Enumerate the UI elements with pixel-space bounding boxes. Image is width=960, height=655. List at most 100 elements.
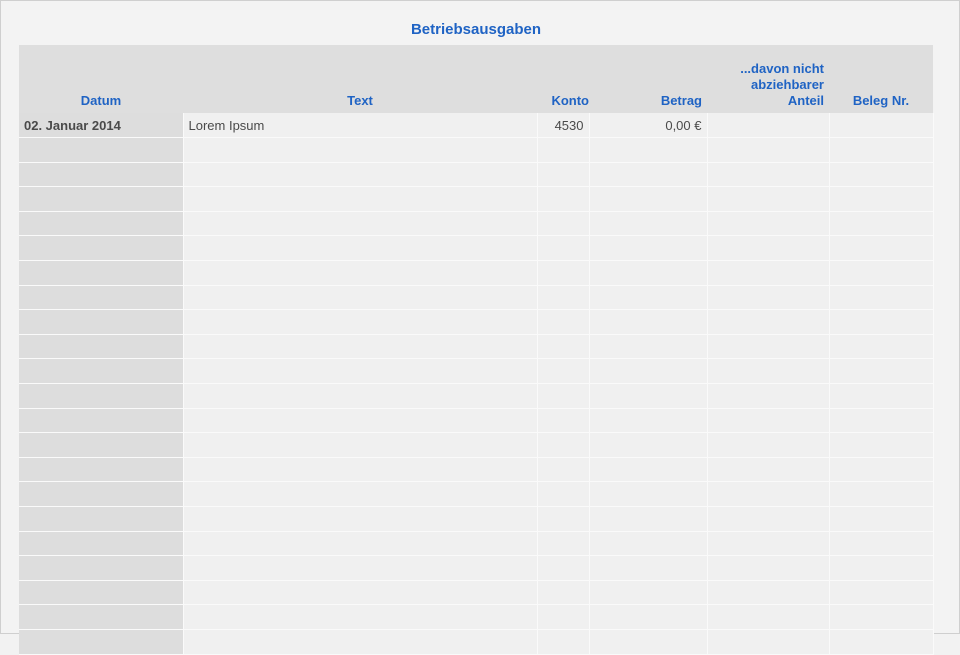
cell-datum[interactable]	[19, 408, 184, 434]
cell-beleg[interactable]	[829, 629, 934, 655]
cell-beleg[interactable]	[829, 211, 934, 237]
cell-betrag[interactable]	[589, 629, 708, 655]
cell-text[interactable]	[183, 481, 538, 507]
cell-beleg[interactable]	[829, 408, 934, 434]
cell-beleg[interactable]	[829, 506, 934, 532]
cell-betrag[interactable]	[589, 481, 708, 507]
cell-betrag[interactable]: 0,00 €	[589, 113, 708, 139]
cell-datum[interactable]	[19, 358, 184, 385]
cell-text[interactable]	[183, 358, 538, 385]
cell-beleg[interactable]	[829, 432, 934, 458]
cell-anteil[interactable]	[707, 457, 830, 483]
cell-beleg[interactable]	[829, 531, 934, 557]
cell-konto[interactable]	[537, 260, 590, 286]
column-header-beleg[interactable]: Beleg Nr.	[829, 45, 933, 113]
cell-konto[interactable]	[537, 408, 590, 434]
cell-datum[interactable]	[19, 481, 184, 507]
cell-text[interactable]	[183, 555, 538, 581]
cell-anteil[interactable]	[707, 432, 830, 458]
cell-datum[interactable]: 02. Januar 2014	[19, 113, 184, 139]
cell-datum[interactable]	[19, 604, 184, 630]
column-header-konto[interactable]: Konto	[537, 45, 589, 113]
cell-datum[interactable]	[19, 211, 184, 237]
column-header-text[interactable]: Text	[183, 45, 537, 113]
cell-konto[interactable]	[537, 481, 590, 507]
cell-text[interactable]	[183, 235, 538, 262]
cell-betrag[interactable]	[589, 309, 708, 335]
cell-datum[interactable]	[19, 432, 184, 458]
cell-beleg[interactable]	[829, 260, 934, 286]
cell-betrag[interactable]	[589, 186, 708, 212]
cell-konto[interactable]	[537, 629, 590, 655]
cell-text[interactable]	[183, 531, 538, 557]
cell-beleg[interactable]	[829, 113, 934, 139]
cell-konto[interactable]	[537, 580, 590, 606]
cell-text[interactable]	[183, 211, 538, 237]
cell-betrag[interactable]	[589, 235, 708, 262]
cell-datum[interactable]	[19, 506, 184, 532]
cell-betrag[interactable]	[589, 334, 708, 360]
cell-betrag[interactable]	[589, 162, 708, 188]
cell-anteil[interactable]	[707, 481, 830, 507]
cell-konto[interactable]	[537, 137, 590, 163]
cell-konto[interactable]	[537, 162, 590, 188]
cell-beleg[interactable]	[829, 358, 934, 385]
cell-datum[interactable]	[19, 309, 184, 335]
cell-betrag[interactable]	[589, 457, 708, 483]
cell-konto[interactable]	[537, 555, 590, 581]
cell-anteil[interactable]	[707, 162, 830, 188]
cell-beleg[interactable]	[829, 162, 934, 188]
cell-datum[interactable]	[19, 383, 184, 409]
cell-betrag[interactable]	[589, 555, 708, 581]
cell-anteil[interactable]	[707, 531, 830, 557]
column-header-betrag[interactable]: Betrag	[589, 45, 707, 113]
cell-anteil[interactable]	[707, 186, 830, 212]
cell-anteil[interactable]	[707, 408, 830, 434]
cell-anteil[interactable]	[707, 113, 830, 139]
cell-beleg[interactable]	[829, 580, 934, 606]
cell-text[interactable]	[183, 506, 538, 532]
cell-konto[interactable]	[537, 285, 590, 311]
cell-konto[interactable]	[537, 211, 590, 237]
cell-datum[interactable]	[19, 285, 184, 311]
cell-anteil[interactable]	[707, 555, 830, 581]
cell-betrag[interactable]	[589, 358, 708, 385]
cell-anteil[interactable]	[707, 334, 830, 360]
cell-beleg[interactable]	[829, 481, 934, 507]
cell-datum[interactable]	[19, 555, 184, 581]
cell-konto[interactable]	[537, 457, 590, 483]
cell-konto[interactable]	[537, 604, 590, 630]
cell-datum[interactable]	[19, 137, 184, 163]
cell-anteil[interactable]	[707, 506, 830, 532]
cell-text[interactable]	[183, 334, 538, 360]
cell-beleg[interactable]	[829, 186, 934, 212]
cell-text[interactable]	[183, 309, 538, 335]
cell-konto[interactable]	[537, 383, 590, 409]
cell-betrag[interactable]	[589, 211, 708, 237]
cell-anteil[interactable]	[707, 358, 830, 385]
cell-beleg[interactable]	[829, 383, 934, 409]
cell-konto[interactable]	[537, 432, 590, 458]
cell-anteil[interactable]	[707, 309, 830, 335]
column-header-datum[interactable]: Datum	[19, 45, 183, 113]
cell-konto[interactable]	[537, 358, 590, 385]
cell-konto[interactable]: 4530	[537, 113, 590, 139]
cell-beleg[interactable]	[829, 555, 934, 581]
cell-anteil[interactable]	[707, 580, 830, 606]
cell-text[interactable]	[183, 383, 538, 409]
cell-anteil[interactable]	[707, 285, 830, 311]
cell-konto[interactable]	[537, 506, 590, 532]
cell-datum[interactable]	[19, 629, 184, 655]
cell-text[interactable]	[183, 285, 538, 311]
cell-konto[interactable]	[537, 186, 590, 212]
column-header-anteil[interactable]: ...davon nicht abziehbarer Anteil	[707, 45, 829, 113]
cell-anteil[interactable]	[707, 137, 830, 163]
cell-beleg[interactable]	[829, 137, 934, 163]
cell-betrag[interactable]	[589, 604, 708, 630]
cell-datum[interactable]	[19, 580, 184, 606]
cell-datum[interactable]	[19, 457, 184, 483]
cell-text[interactable]: Lorem Ipsum	[183, 113, 538, 139]
cell-text[interactable]	[183, 629, 538, 655]
cell-text[interactable]	[183, 186, 538, 212]
cell-text[interactable]	[183, 580, 538, 606]
